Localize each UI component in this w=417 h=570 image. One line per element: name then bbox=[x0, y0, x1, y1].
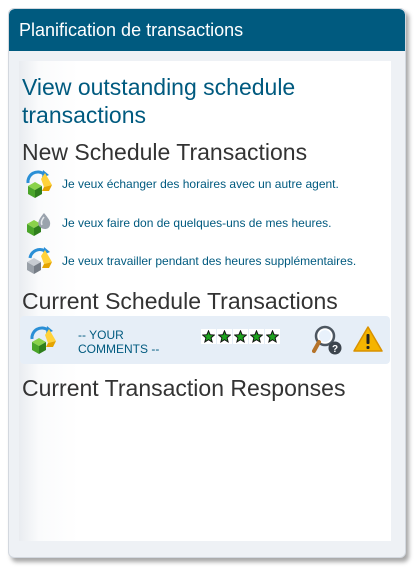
extra-hours-icon bbox=[27, 247, 52, 274]
rating-stars bbox=[201, 329, 280, 344]
panel-body: View outstanding schedule transactions N… bbox=[19, 61, 391, 541]
new-transactions-title: New Schedule Transactions bbox=[22, 139, 308, 165]
scheduling-panel: Planification de transactions View outst… bbox=[8, 8, 406, 558]
star-icon bbox=[217, 329, 232, 344]
donate-hours-icon bbox=[27, 213, 51, 236]
star-icon bbox=[249, 329, 264, 344]
svg-text:?: ? bbox=[332, 344, 338, 355]
panel-header: Planification de transactions bbox=[9, 9, 405, 51]
transaction-row[interactable]: -- YOUR COMMENTS -- ? bbox=[20, 316, 390, 364]
option-exchange-schedule[interactable]: Je veux échanger des horaires avec un au… bbox=[24, 169, 384, 199]
option-label: Je veux travailler pendant des heures su… bbox=[62, 254, 357, 268]
panel-title: Planification de transactions bbox=[19, 19, 244, 40]
current-transactions-title: Current Schedule Transactions bbox=[22, 288, 338, 314]
warning-icon[interactable] bbox=[353, 325, 383, 353]
exchange-cubes-icon bbox=[26, 170, 52, 198]
option-donate-hours[interactable]: Je veux faire don de quelques-uns de mes… bbox=[24, 208, 384, 238]
transaction-responses-title: Current Transaction Responses bbox=[22, 375, 346, 401]
star-icon bbox=[233, 329, 248, 344]
exchange-cubes-icon bbox=[30, 326, 56, 354]
option-label: Je veux faire don de quelques-uns de mes… bbox=[62, 216, 332, 230]
view-outstanding-link[interactable]: View outstanding schedule transactions bbox=[22, 73, 362, 129]
star-icon bbox=[201, 329, 216, 344]
option-label: Je veux échanger des horaires avec un au… bbox=[62, 177, 339, 191]
option-extra-hours[interactable]: Je veux travailler pendant des heures su… bbox=[24, 246, 384, 276]
row-comments: -- YOUR COMMENTS -- bbox=[78, 328, 160, 356]
star-icon bbox=[265, 329, 280, 344]
view-details-icon[interactable]: ? bbox=[312, 324, 344, 356]
